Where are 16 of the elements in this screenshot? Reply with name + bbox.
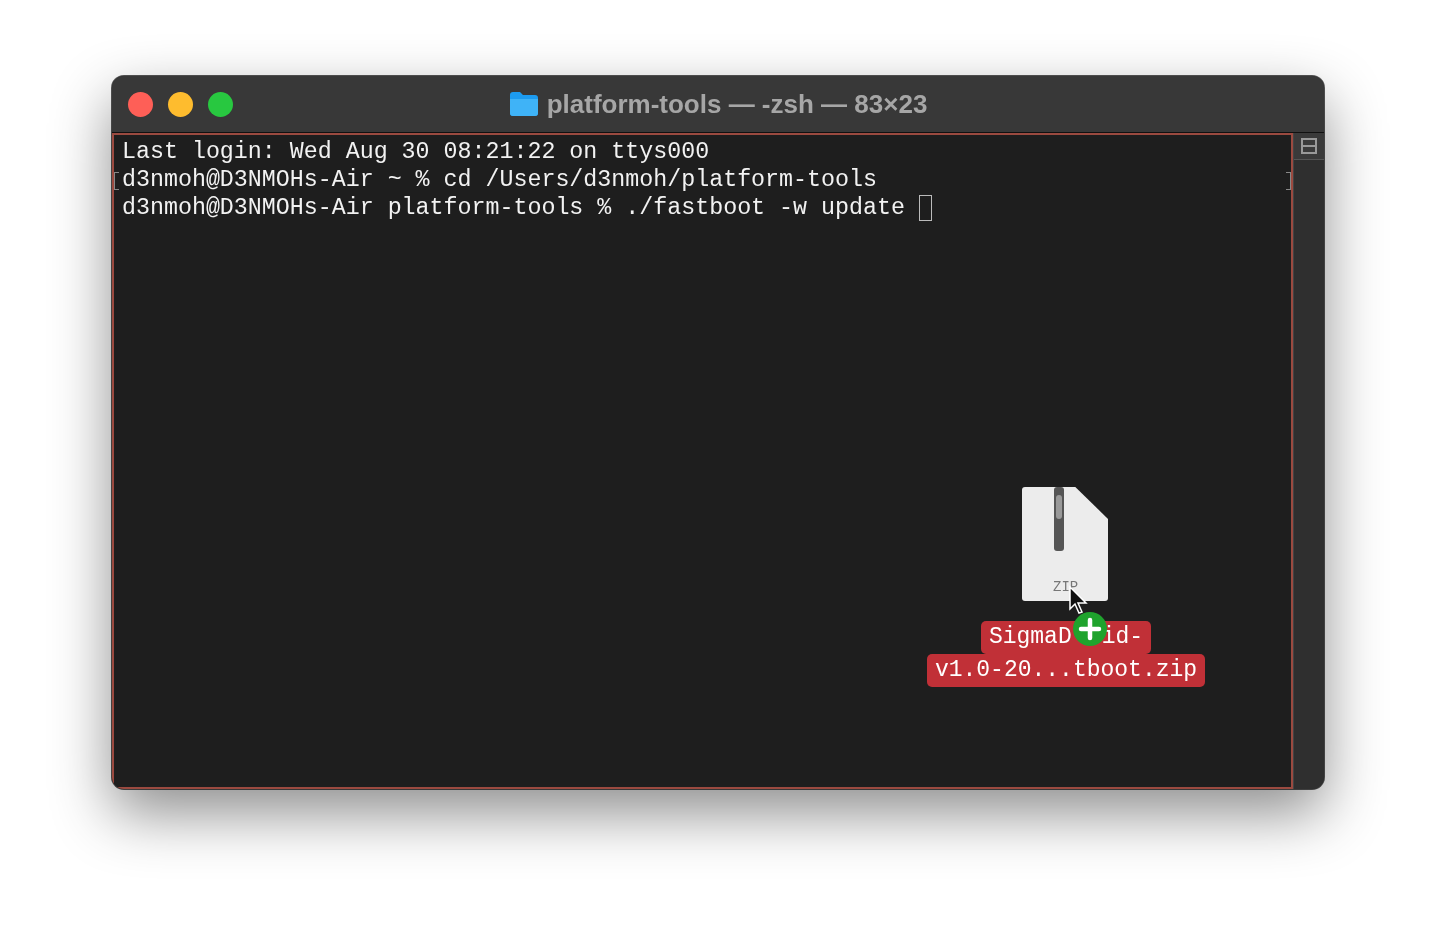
terminal-line: d3nmoh@D3NMOHs-Air ~ % cd /Users/d3nmoh/platform-tools xyxy=(122,166,877,194)
split-view-icon xyxy=(1301,138,1317,154)
minimize-button[interactable] xyxy=(168,91,193,117)
split-pane-button[interactable] xyxy=(1294,133,1324,160)
window-title: platform-tools — -zsh — 83×23 xyxy=(546,88,928,120)
file-name: v1.0-20...tboot.zip xyxy=(926,654,1206,687)
folder-icon xyxy=(508,91,539,117)
file-name: SigmaD xyxy=(988,623,1072,652)
mark-bracket xyxy=(1286,172,1291,190)
zip-file-icon: ZIP xyxy=(1022,487,1108,601)
terminal-area[interactable]: Last login: Wed Aug 30 08:21:22 on ttys000 d3nmoh@D3NMOHs-Air ~ % cd /Users/d3nmoh/platform-tools d3nmoh@D3NMOHs-Air platform-tools % ./fastboot -w update ZIP SigmaD id- v1.0-20...tboot.zip xyxy=(112,133,1293,789)
terminal-line: Last login: Wed Aug 30 08:21:22 on ttys000 xyxy=(122,138,710,166)
zoom-button[interactable] xyxy=(208,91,233,117)
file-name: id- xyxy=(1101,623,1144,652)
terminal-line: d3nmoh@D3NMOHs-Air platform-tools % ./fastboot -w update xyxy=(122,194,905,222)
close-button[interactable] xyxy=(128,91,153,117)
